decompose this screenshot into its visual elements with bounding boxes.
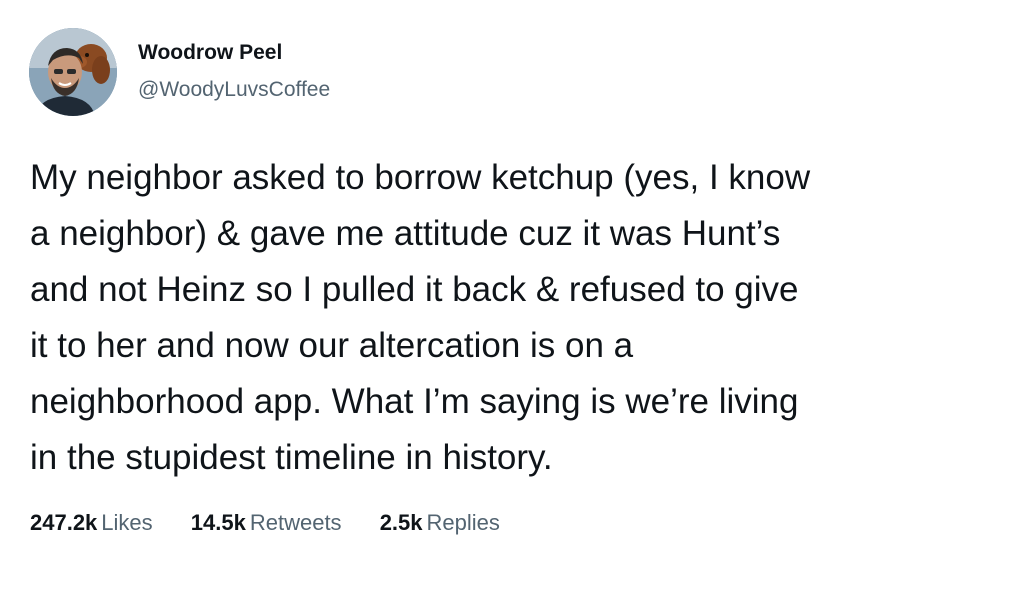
likes-stat[interactable]: 247.2k Likes [30,508,153,538]
tweet-text-line: My neighbor asked to borrow ketchup (yes… [30,158,811,197]
replies-count: 2.5k [379,510,423,535]
tweet-text-line: neighborhood app. What I’m saying is we’… [30,382,799,421]
user-handle[interactable]: @WoodyLuvsCoffee [138,77,330,103]
display-name[interactable]: Woodrow Peel [138,40,330,66]
user-info: Woodrow Peel @WoodyLuvsCoffee [138,40,330,103]
profile-photo-icon [29,28,117,116]
likes-label: Likes [101,510,153,535]
tweet-text-line: in the stupidest timeline in history. [30,438,553,477]
tweet-card: Woodrow Peel @WoodyLuvsCoffee My neighbo… [0,0,1019,599]
retweets-count: 14.5k [190,510,246,535]
replies-label: Replies [426,510,500,535]
tweet-text-line: and not Heinz so I pulled it back & refu… [30,270,799,309]
tweet-text: My neighbor asked to borrow ketchup (yes… [30,150,990,486]
retweets-stat[interactable]: 14.5k Retweets [191,508,342,538]
avatar[interactable] [29,28,117,116]
engagement-stats: 247.2k Likes 14.5k Retweets 2.5k Replies [30,508,532,538]
tweet-text-line: it to her and now our altercation is on … [30,326,634,365]
replies-stat[interactable]: 2.5k Replies [380,508,500,538]
retweets-label: Retweets [249,510,342,535]
likes-count: 247.2k [30,510,98,535]
tweet-text-line: a neighbor) & gave me attitude cuz it wa… [30,214,781,253]
